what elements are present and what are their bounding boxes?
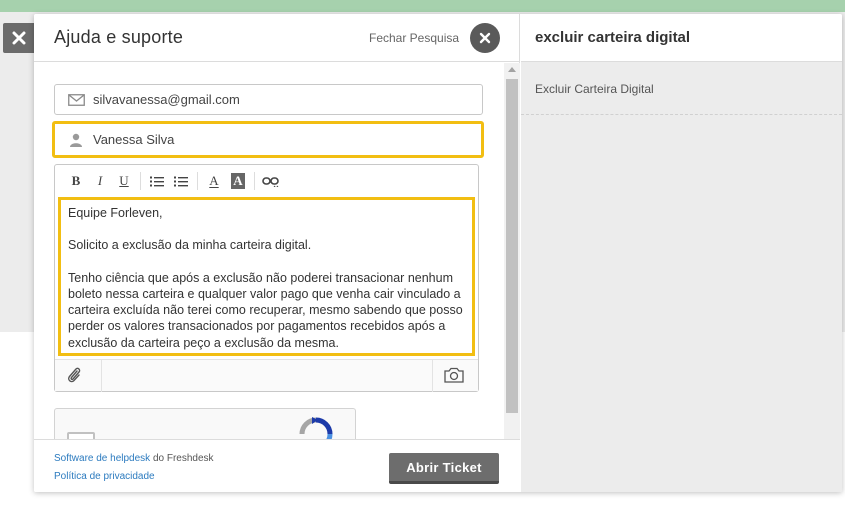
help-widget: Ajuda e suporte Fechar Pesquisa silvavan… xyxy=(34,14,842,492)
close-widget-button[interactable] xyxy=(470,23,500,53)
toolbar-divider xyxy=(140,172,141,190)
close-icon xyxy=(12,31,25,45)
outer-close-button[interactable] xyxy=(3,23,34,53)
close-icon xyxy=(479,32,491,44)
helpdesk-suffix: do Freshdesk xyxy=(150,453,214,464)
link-icon xyxy=(262,177,279,187)
user-icon xyxy=(67,133,85,147)
widget-footer: Software de helpdesk do Freshdesk Políti… xyxy=(34,439,520,492)
paperclip-icon xyxy=(68,367,81,383)
helpdesk-link[interactable]: Software de helpdesk xyxy=(54,453,150,464)
camera-icon xyxy=(444,367,464,383)
email-field[interactable]: silvavanessa@gmail.com xyxy=(54,84,483,115)
name-field[interactable]: Vanessa Silva xyxy=(52,121,484,158)
page-top-bar xyxy=(0,0,845,12)
search-result-label: Excluir Carteira Digital xyxy=(535,82,654,96)
close-search-link[interactable]: Fechar Pesquisa xyxy=(369,31,459,45)
search-header: excluir carteira digital xyxy=(521,14,842,62)
background-color-button[interactable]: A xyxy=(226,170,250,192)
italic-button[interactable]: I xyxy=(88,170,112,192)
editor-toolbar: B I U A A xyxy=(55,165,478,197)
attach-file-button[interactable] xyxy=(67,366,87,386)
message-editor: B I U A A Equipe Forleven, Solicito a ex… xyxy=(54,164,479,392)
widget-title: Ajuda e suporte xyxy=(54,27,184,47)
search-result-item[interactable]: Excluir Carteira Digital xyxy=(521,62,842,115)
envelope-icon xyxy=(67,93,85,107)
helpdesk-credit: Software de helpdesk do Freshdesk xyxy=(54,453,214,464)
footer-divider xyxy=(432,360,433,392)
message-paragraph: Tenho ciência que após a exclusão não po… xyxy=(68,270,463,350)
bold-button[interactable]: B xyxy=(64,170,88,192)
numbered-list-button[interactable] xyxy=(169,170,193,192)
footer-divider xyxy=(101,360,102,392)
underline-button[interactable]: U xyxy=(112,170,136,192)
name-value: Vanessa Silva xyxy=(93,132,175,147)
widget-header: Ajuda e suporte Fechar Pesquisa xyxy=(34,14,520,62)
search-panel: excluir carteira digital Excluir Carteir… xyxy=(521,14,842,492)
toolbar-divider xyxy=(254,172,255,190)
message-paragraph: Equipe Forleven, xyxy=(68,206,163,220)
message-textarea[interactable]: Equipe Forleven, Solicito a exclusão da … xyxy=(58,197,475,356)
ticket-form-panel: Ajuda e suporte Fechar Pesquisa silvavan… xyxy=(34,14,520,492)
form-scrollbar[interactable] xyxy=(504,63,520,439)
email-value: silvavanessa@gmail.com xyxy=(93,92,240,107)
bulleted-list-button[interactable] xyxy=(145,170,169,192)
editor-footer xyxy=(55,359,478,392)
search-query[interactable]: excluir carteira digital xyxy=(535,29,690,46)
scroll-up-arrow-icon[interactable] xyxy=(508,67,516,72)
bulleted-list-icon xyxy=(150,176,164,186)
screenshot-button[interactable] xyxy=(444,367,466,385)
insert-link-button[interactable] xyxy=(259,170,283,192)
open-ticket-button[interactable]: Abrir Ticket xyxy=(389,453,499,484)
privacy-line: Política de privacidade xyxy=(54,471,155,482)
scroll-thumb[interactable] xyxy=(506,79,518,413)
toolbar-divider xyxy=(197,172,198,190)
privacy-link[interactable]: Política de privacidade xyxy=(54,471,155,482)
font-color-button[interactable]: A xyxy=(202,170,226,192)
message-paragraph: Solicito a exclusão da minha carteira di… xyxy=(68,238,312,253)
numbered-list-icon xyxy=(174,176,188,186)
